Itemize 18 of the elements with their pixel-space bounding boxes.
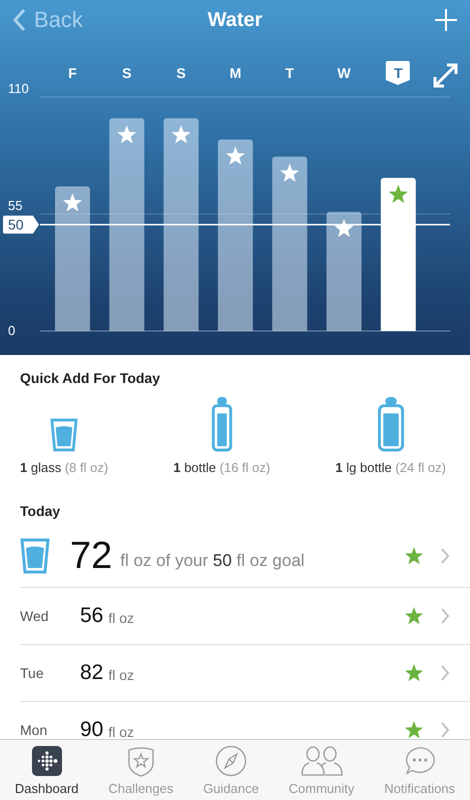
day-amount: 82	[80, 661, 104, 685]
day-name: Mon	[20, 722, 48, 738]
y-axis-label: 55	[8, 198, 22, 213]
unit-label: fl oz	[108, 724, 134, 739]
unit-label: fl oz	[108, 610, 134, 626]
goal-text: fl oz of your 50 fl oz goal	[120, 551, 305, 571]
y-axis-label: 0	[8, 323, 16, 338]
section-title: Today	[20, 503, 62, 519]
y-axis-label: 110	[8, 81, 29, 96]
day-name: Wed	[20, 608, 50, 624]
day-amount: 56	[80, 604, 104, 628]
unit-label: fl oz	[108, 667, 134, 683]
screen-title: Water	[208, 8, 262, 32]
today-amount: 72	[70, 534, 112, 578]
goal-label: 50	[8, 216, 24, 233]
day-amount: 90	[80, 718, 104, 739]
section-title: Quick Add For Today	[20, 370, 162, 386]
day-name: Tue	[20, 665, 45, 681]
